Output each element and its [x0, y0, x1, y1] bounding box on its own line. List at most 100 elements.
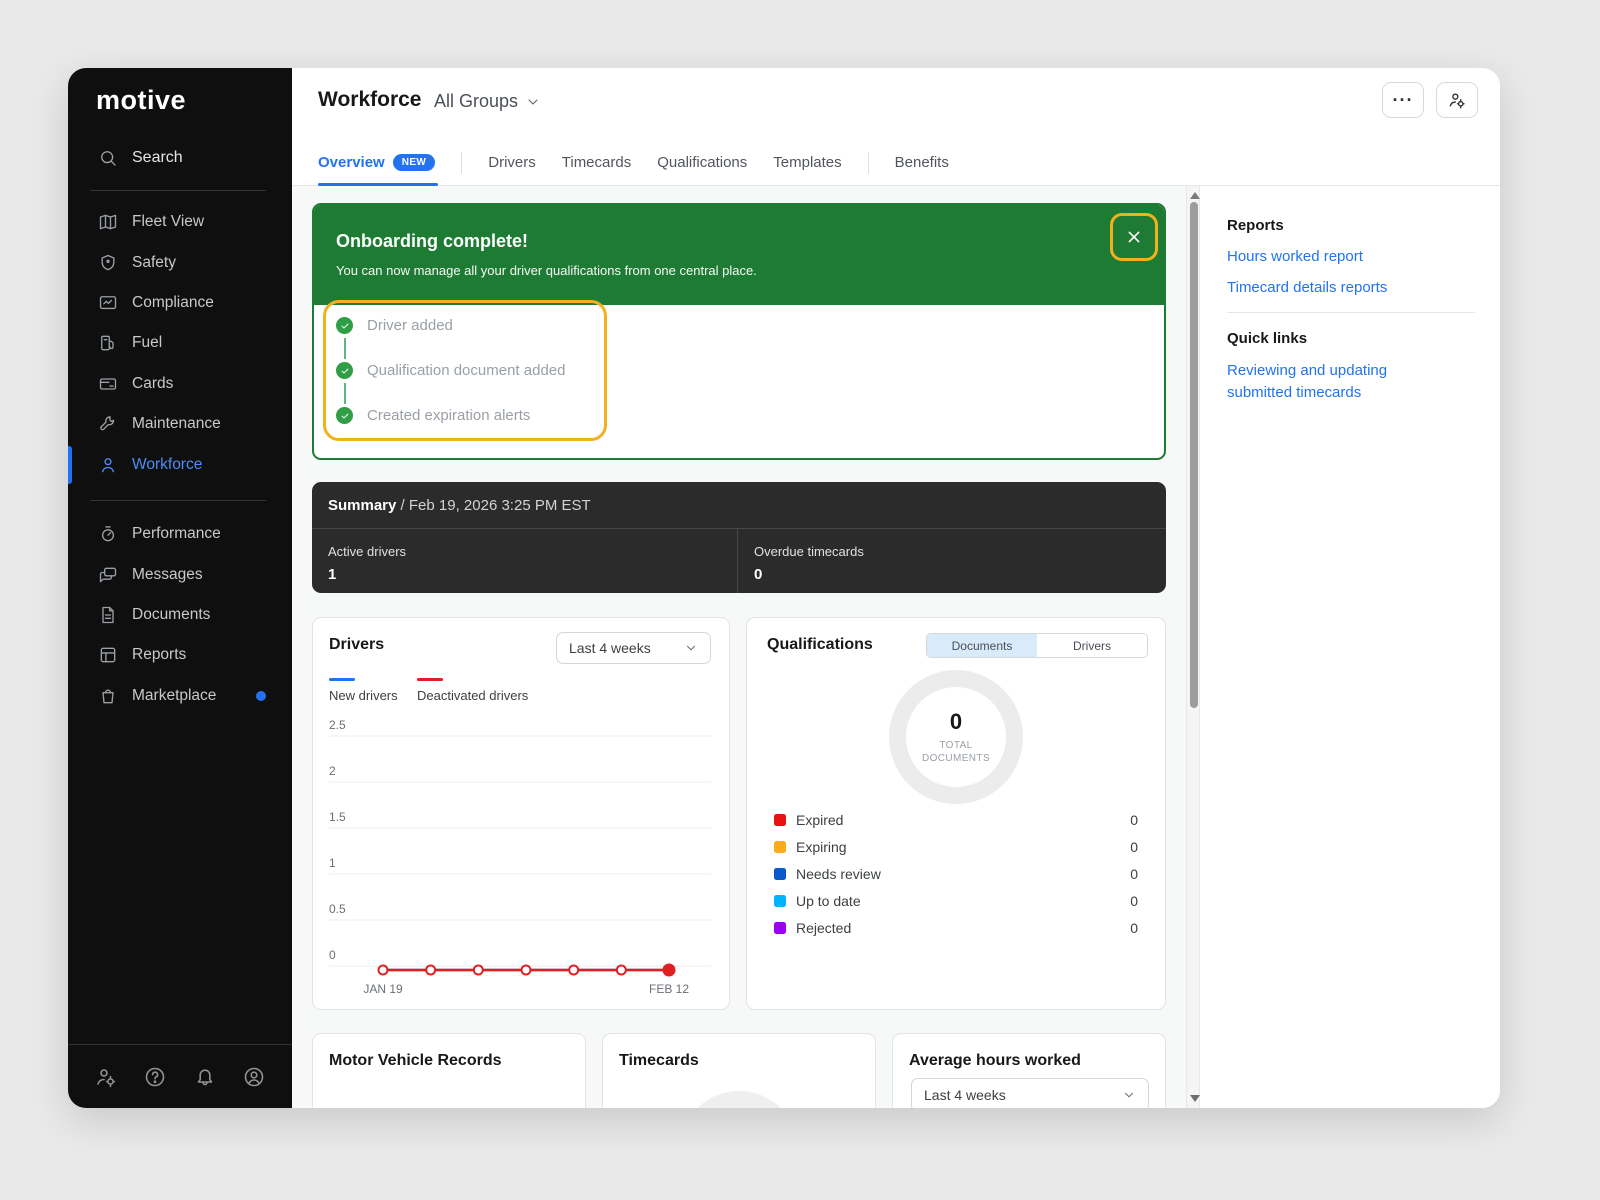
- sidebar-item-compliance[interactable]: Compliance: [68, 283, 292, 323]
- sidebar-item-fleet-view[interactable]: Fleet View: [68, 202, 292, 242]
- documents-donut-chart: 0 TOTAL DOCUMENTS: [889, 670, 1023, 804]
- account-icon[interactable]: [242, 1065, 266, 1089]
- chevron-down-icon: [684, 641, 698, 655]
- admin-settings-icon[interactable]: [94, 1065, 118, 1089]
- qualifications-toggle: Documents Drivers: [926, 633, 1148, 658]
- motor-vehicle-records-card: Motor Vehicle Records: [312, 1033, 586, 1108]
- stat-value: 0: [754, 566, 1166, 583]
- tab-benefits[interactable]: Benefits: [895, 154, 949, 171]
- average-hours-range-select[interactable]: Last 4 weeks: [911, 1078, 1149, 1108]
- drivers-range-select[interactable]: Last 4 weeks: [556, 632, 711, 664]
- tab-drivers[interactable]: Drivers: [488, 154, 536, 171]
- legend-row-up-to-date: Up to date 0: [774, 892, 1138, 910]
- scrollbar-down-arrow[interactable]: [1190, 1095, 1200, 1102]
- sidebar-item-performance[interactable]: Performance: [68, 514, 292, 554]
- sidebar-item-marketplace[interactable]: Marketplace: [68, 676, 292, 716]
- donut-total-label: TOTAL DOCUMENTS: [919, 739, 993, 765]
- tab-timecards[interactable]: Timecards: [562, 154, 631, 171]
- sidebar-item-label: Performance: [132, 525, 221, 543]
- sidebar-item-reports[interactable]: Reports: [68, 635, 292, 675]
- marketplace-notification-dot: [256, 691, 266, 701]
- legend-label: Up to date: [796, 893, 861, 909]
- tab-templates[interactable]: Templates: [773, 154, 841, 171]
- average-hours-card-title: Average hours worked: [909, 1052, 1081, 1070]
- check-circle-icon: [336, 407, 353, 424]
- select-value: Last 4 weeks: [569, 640, 651, 656]
- sidebar-item-label: Documents: [132, 606, 210, 624]
- summary-bar: Summary / Feb 19, 2026 3:25 PM EST Activ…: [312, 482, 1166, 593]
- checklist-label: Created expiration alerts: [367, 407, 530, 424]
- sidebar-search[interactable]: Search: [68, 138, 292, 178]
- scrollbar-up-arrow[interactable]: [1190, 192, 1200, 199]
- legend-label: New drivers: [329, 688, 398, 703]
- sidebar-item-label: Reports: [132, 646, 186, 664]
- checklist-connector: [344, 383, 346, 404]
- sidebar-item-label: Maintenance: [132, 415, 221, 433]
- svg-text:FEB 12: FEB 12: [649, 982, 689, 996]
- scrollbar-thumb[interactable]: [1190, 202, 1198, 708]
- sidebar-item-label: Fleet View: [132, 213, 204, 231]
- tab-qualifications[interactable]: Qualifications: [657, 154, 747, 171]
- sidebar-item-maintenance[interactable]: Maintenance: [68, 404, 292, 444]
- sidebar-divider: [90, 190, 266, 191]
- toggle-documents[interactable]: Documents: [927, 634, 1037, 657]
- hours-worked-report-link[interactable]: Hours worked report: [1227, 248, 1363, 265]
- svg-text:0: 0: [329, 948, 336, 962]
- drivers-line-chart: 2.521.510.50JAN 19FEB 12: [327, 716, 715, 996]
- stat-label: Overdue timecards: [754, 544, 1166, 559]
- sidebar-item-label: Cards: [132, 375, 173, 393]
- sidebar-item-messages[interactable]: Messages: [68, 555, 292, 595]
- chevron-down-icon: [1122, 1088, 1136, 1102]
- app-window: motive Search Fleet View Safety Complian…: [68, 68, 1500, 1108]
- legend-label: Expired: [796, 812, 843, 828]
- bag-icon: [98, 686, 118, 706]
- reviewing-timecards-link[interactable]: Reviewing and updating submitted timecar…: [1227, 360, 1423, 404]
- legend-swatch: [774, 895, 786, 907]
- svg-text:2.5: 2.5: [329, 718, 346, 732]
- sidebar-item-cards[interactable]: Cards: [68, 364, 292, 404]
- tab-overview[interactable]: Overview NEW: [318, 154, 435, 171]
- summary-title: Summary: [328, 497, 396, 514]
- legend-new-drivers: New drivers: [329, 678, 398, 703]
- sidebar-footer: [68, 1044, 292, 1108]
- sidebar-item-safety[interactable]: Safety: [68, 243, 292, 283]
- summary-separator: /: [401, 497, 405, 514]
- right-panel-divider: [1227, 312, 1475, 313]
- checklist-connector: [344, 338, 346, 359]
- legend-value: 0: [1130, 866, 1138, 882]
- reports-icon: [98, 645, 118, 665]
- svg-text:1: 1: [329, 856, 336, 870]
- legend-swatch: [774, 841, 786, 853]
- vertical-scrollbar[interactable]: [1186, 186, 1200, 1108]
- motive-logo: motive: [96, 85, 186, 116]
- sidebar-item-workforce[interactable]: Workforce: [68, 445, 292, 485]
- ellipsis-icon: ···: [1393, 90, 1414, 111]
- drivers-card: Drivers Last 4 weeks New drivers Deactiv…: [312, 617, 730, 1010]
- sidebar-item-label: Compliance: [132, 294, 214, 312]
- sidebar-item-label: Marketplace: [132, 687, 216, 705]
- checklist-item: Driver added: [336, 317, 453, 334]
- content-area: Onboarding complete! You can now manage …: [292, 186, 1500, 1108]
- admin-users-button[interactable]: [1436, 82, 1478, 118]
- active-nav-indicator: [68, 446, 72, 484]
- sidebar-item-documents[interactable]: Documents: [68, 595, 292, 635]
- toggle-drivers[interactable]: Drivers: [1037, 634, 1147, 657]
- more-options-button[interactable]: ···: [1382, 82, 1424, 118]
- user-gear-icon: [1447, 90, 1467, 110]
- help-icon[interactable]: [143, 1065, 167, 1089]
- group-selector-value: All Groups: [434, 91, 518, 112]
- banner-close-button[interactable]: [1123, 226, 1145, 248]
- checklist-item: Qualification document added: [336, 362, 565, 379]
- sidebar-divider: [90, 500, 266, 501]
- qualifications-card: Qualifications Documents Drivers 0 TOTAL…: [746, 617, 1166, 1010]
- sidebar-item-fuel[interactable]: Fuel: [68, 323, 292, 363]
- legend-label: Expiring: [796, 839, 847, 855]
- svg-text:2: 2: [329, 764, 336, 778]
- notifications-icon[interactable]: [193, 1065, 217, 1089]
- timecard-details-reports-link[interactable]: Timecard details reports: [1227, 279, 1387, 296]
- legend-swatch: [774, 868, 786, 880]
- right-panel: Reports Hours worked report Timecard det…: [1200, 186, 1500, 1108]
- legend-label: Deactivated drivers: [417, 688, 528, 703]
- tab-label: Templates: [773, 154, 841, 171]
- group-selector[interactable]: All Groups: [434, 91, 541, 112]
